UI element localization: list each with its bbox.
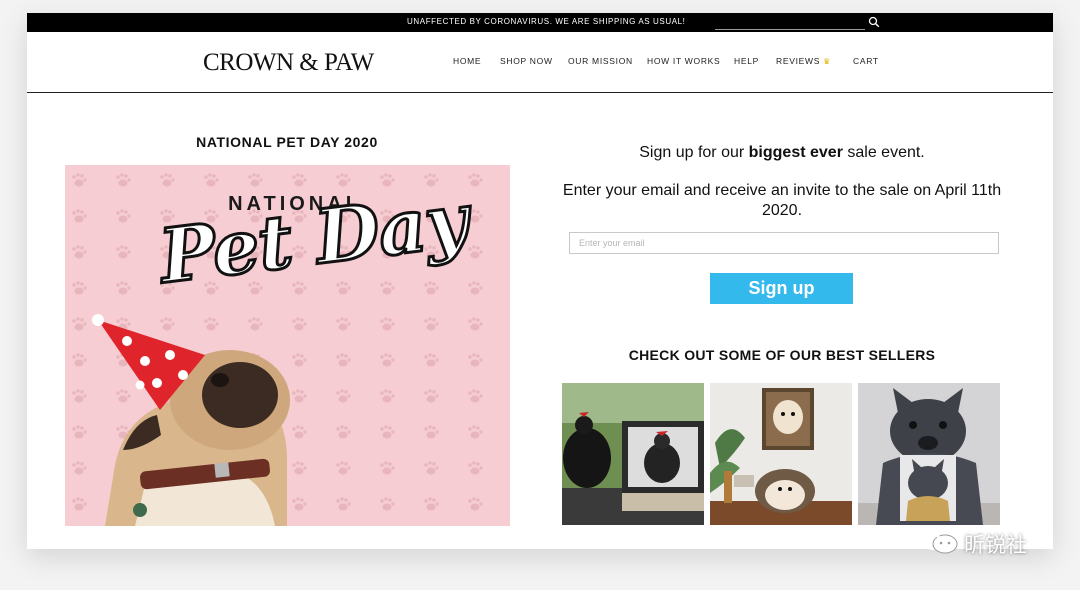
browser-page: UNAFFECTED BY CORONAVIRUS. WE ARE SHIPPI… [27, 13, 1053, 549]
nav-help[interactable]: HELP [734, 56, 759, 66]
signup-intro: Sign up for our biggest ever sale event. [557, 144, 1007, 162]
nav-home[interactable]: HOME [453, 56, 481, 66]
hedgehog-portrait-image[interactable] [710, 383, 852, 525]
crown-icon: ♛ [823, 57, 832, 66]
nav-shop-now[interactable]: SHOP NOW [500, 56, 553, 66]
announcement-text: UNAFFECTED BY CORONAVIRUS. WE ARE SHIPPI… [407, 17, 686, 26]
signup-intro-bold: biggest ever [748, 144, 843, 161]
signup-intro-prefix: Sign up for our [639, 144, 749, 161]
search-icon[interactable] [868, 16, 880, 28]
site-header: CROWN & PAW HOME SHOP NOW OUR MISSION HO… [27, 32, 1053, 93]
nav-how-it-works[interactable]: HOW IT WORKS [647, 56, 720, 66]
best-sellers-heading: CHECK OUT SOME OF OUR BEST SELLERS [628, 347, 936, 363]
brand-logo[interactable]: CROWN & PAW [203, 49, 374, 77]
wechat-icon [918, 526, 958, 554]
announcement-bar: UNAFFECTED BY CORONAVIRUS. WE ARE SHIPPI… [27, 13, 1053, 32]
search-input-underline[interactable] [715, 29, 865, 30]
nav-cart[interactable]: CART [853, 56, 879, 66]
nav-reviews-label: REVIEWS [776, 56, 821, 66]
national-pet-day-banner: NATIONAL Pet Day [65, 165, 510, 526]
nav-our-mission[interactable]: OUR MISSION [568, 56, 633, 66]
chicken-portrait-image[interactable] [562, 383, 704, 525]
email-field[interactable] [569, 232, 999, 254]
french-bulldog-portrait-image[interactable] [858, 383, 1000, 525]
sign-up-button[interactable]: Sign up [710, 273, 853, 304]
signup-intro-suffix: sale event. [842, 144, 925, 161]
watermark-text: 昕锐社 [964, 533, 1027, 557]
signup-description: Enter your email and receive an invite t… [562, 182, 1002, 219]
promo-heading: NATIONAL PET DAY 2020 [196, 134, 378, 150]
nav-reviews[interactable]: REVIEWS ♛ [776, 56, 831, 66]
